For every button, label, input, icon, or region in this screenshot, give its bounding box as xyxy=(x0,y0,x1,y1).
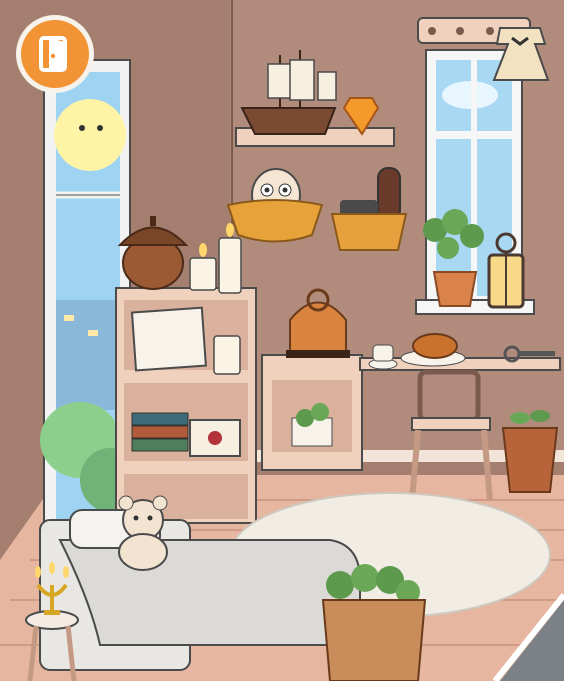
bookshelf xyxy=(115,287,257,524)
side-table xyxy=(261,354,363,471)
exit-door-icon xyxy=(39,36,67,72)
exit-button-face xyxy=(21,20,89,88)
burlap-plant xyxy=(321,564,427,681)
exit-button[interactable] xyxy=(16,15,94,93)
game-scene xyxy=(0,0,564,681)
room-illustration xyxy=(0,0,564,681)
